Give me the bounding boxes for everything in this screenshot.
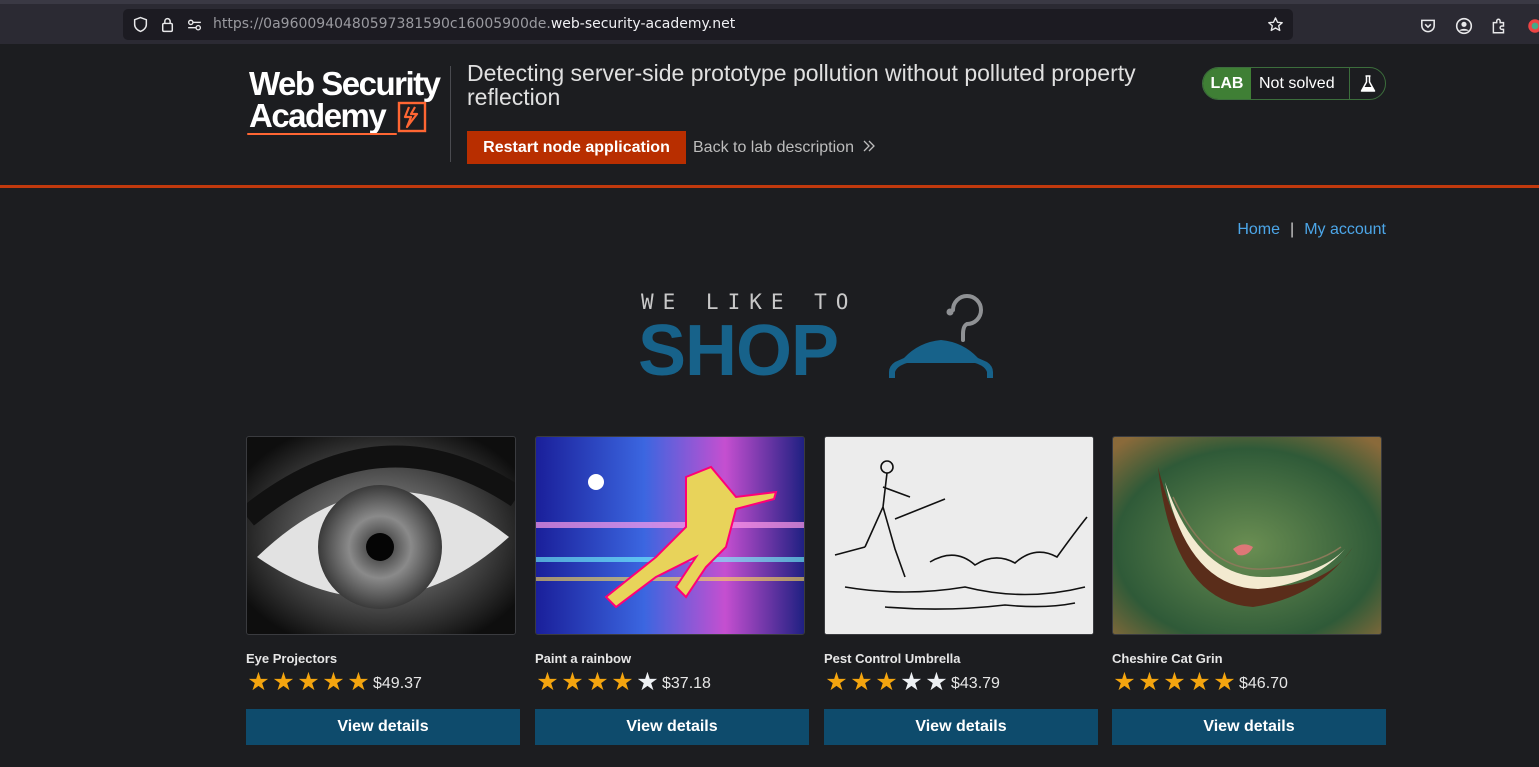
permissions-icon[interactable] bbox=[186, 16, 203, 33]
double-chevron-right-icon bbox=[863, 140, 876, 152]
product-card: Eye Projectors ★ ★ ★ ★ ★ $49.37 View details bbox=[246, 436, 520, 745]
flask-icon-container[interactable] bbox=[1349, 68, 1385, 99]
flask-icon bbox=[1360, 74, 1376, 92]
star-icon: ★ bbox=[875, 668, 898, 696]
rainbow-runner-image bbox=[535, 436, 805, 635]
browser-toolbar: https://0a9600940480597381590c16005900de… bbox=[0, 0, 1539, 44]
view-details-button[interactable]: View details bbox=[535, 709, 809, 745]
product-price: $46.70 bbox=[1239, 675, 1288, 692]
star-rating: ★ ★ ★ ★ ★ bbox=[535, 668, 660, 696]
star-icon: ★ bbox=[561, 668, 584, 696]
lightning-logo-icon bbox=[397, 101, 427, 133]
cat-grin-image bbox=[1112, 436, 1382, 635]
star-icon: ★ bbox=[850, 668, 873, 696]
restart-node-button[interactable]: Restart node application bbox=[467, 131, 686, 164]
product-card: Cheshire Cat Grin ★ ★ ★ ★ ★ $46.70 View deta… bbox=[1112, 436, 1386, 745]
banner-shop-text: SHOP bbox=[638, 311, 839, 391]
product-price: $49.37 bbox=[373, 675, 422, 692]
star-icon: ★ bbox=[347, 668, 370, 696]
view-details-button[interactable]: View details bbox=[246, 709, 520, 745]
url-text[interactable]: https://0a9600940480597381590c16005900de… bbox=[213, 16, 735, 32]
top-nav: Home | My account bbox=[1237, 221, 1386, 239]
lock-icon[interactable] bbox=[159, 16, 176, 33]
product-name: Cheshire Cat Grin bbox=[1112, 651, 1223, 666]
star-icon: ★ bbox=[586, 668, 609, 696]
shop-banner: WE LIKE TO SHOP bbox=[638, 290, 998, 390]
overflow-menu-icon[interactable] bbox=[1526, 17, 1539, 35]
shield-icon[interactable] bbox=[132, 16, 149, 33]
star-icon: ★ bbox=[1138, 668, 1161, 696]
header-divider bbox=[450, 66, 451, 162]
logo-line-2: Academy bbox=[249, 97, 387, 134]
star-icon: ★ bbox=[1213, 668, 1236, 696]
logo-underline bbox=[247, 133, 397, 135]
star-empty-icon: ★ bbox=[925, 668, 948, 696]
star-icon: ★ bbox=[272, 668, 295, 696]
product-price: $37.18 bbox=[662, 675, 711, 692]
star-icon: ★ bbox=[322, 668, 345, 696]
star-icon: ★ bbox=[297, 668, 320, 696]
academy-logo[interactable]: Web Security Academy bbox=[247, 65, 447, 137]
bookmark-star-icon[interactable] bbox=[1267, 16, 1284, 33]
star-icon: ★ bbox=[825, 668, 848, 696]
nav-separator: | bbox=[1290, 221, 1295, 238]
star-empty-icon: ★ bbox=[636, 668, 659, 696]
pocket-icon[interactable] bbox=[1419, 17, 1437, 35]
product-price: $43.79 bbox=[951, 675, 1000, 692]
product-name: Paint a rainbow bbox=[535, 651, 632, 666]
address-bar[interactable]: https://0a9600940480597381590c16005900de… bbox=[123, 9, 1293, 40]
product-name: Pest Control Umbrella bbox=[824, 651, 961, 666]
view-details-button[interactable]: View details bbox=[1112, 709, 1386, 745]
lab-header: Web Security Academy Detecting server-si… bbox=[0, 44, 1539, 188]
back-link-label: Back to lab description bbox=[693, 139, 854, 156]
home-link[interactable]: Home bbox=[1237, 221, 1280, 238]
star-rating: ★ ★ ★ ★ ★ bbox=[1112, 668, 1237, 696]
star-rating: ★ ★ ★ ★ ★ bbox=[824, 668, 949, 696]
star-icon: ★ bbox=[1188, 668, 1211, 696]
star-icon: ★ bbox=[1113, 668, 1136, 696]
star-empty-icon: ★ bbox=[900, 668, 923, 696]
lab-badge: LAB bbox=[1203, 68, 1251, 99]
product-card: Pest Control Umbrella ★ ★ ★ ★ ★ $43.79 View … bbox=[824, 436, 1098, 745]
view-details-button[interactable]: View details bbox=[824, 709, 1098, 745]
star-rating: ★ ★ ★ ★ ★ bbox=[246, 668, 371, 696]
umbrella-sketch-image bbox=[824, 436, 1094, 635]
product-card: Paint a rainbow ★ ★ ★ ★ ★ $37.18 View detail… bbox=[535, 436, 809, 745]
back-to-lab-link[interactable]: Back to lab description bbox=[693, 139, 876, 157]
extensions-icon[interactable] bbox=[1490, 17, 1508, 35]
star-icon: ★ bbox=[1163, 668, 1186, 696]
lab-title: Detecting server-side prototype pollutio… bbox=[467, 60, 1136, 110]
lab-status-text: Not solved bbox=[1259, 75, 1335, 92]
star-icon: ★ bbox=[536, 668, 559, 696]
star-icon: ★ bbox=[247, 668, 270, 696]
account-icon[interactable] bbox=[1455, 17, 1473, 35]
hanger-icon bbox=[889, 294, 993, 378]
eye-image bbox=[246, 436, 516, 635]
lab-status-widget: LAB Not solved bbox=[1202, 67, 1386, 100]
my-account-link[interactable]: My account bbox=[1304, 221, 1386, 238]
product-name: Eye Projectors bbox=[246, 651, 338, 666]
star-icon: ★ bbox=[611, 668, 634, 696]
